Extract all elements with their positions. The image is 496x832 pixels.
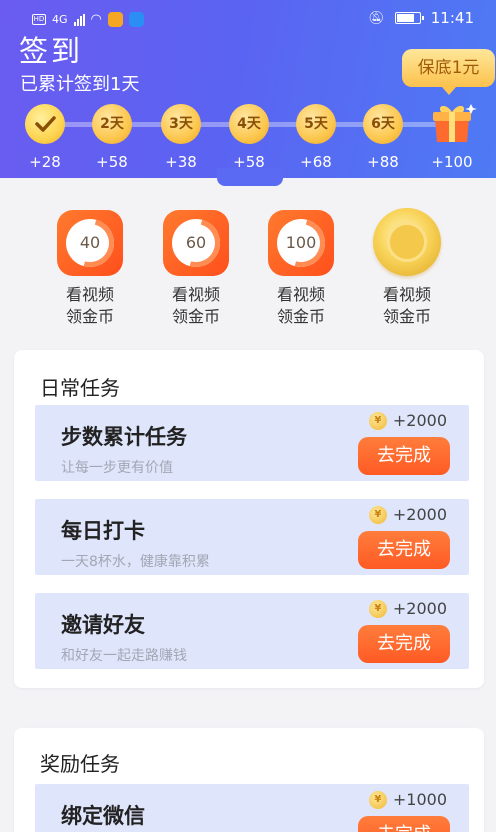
day-2-reward: +58: [96, 153, 128, 171]
task-name: 步数累计任务: [61, 425, 187, 449]
video-reward-60[interactable]: 60 看视频领金币: [151, 204, 241, 328]
wifi-icon: ◠: [90, 12, 102, 27]
video-label-line2: 领金币: [382, 307, 431, 326]
section-title: 奖励任务: [40, 752, 120, 776]
task-reward: ¥ +1000: [368, 790, 447, 809]
gift-box-icon[interactable]: [427, 100, 477, 144]
daily-tasks-card: 日常任务 步数累计任务 让每一步更有价值 ¥ +2000 去完成 每日打卡 一天8…: [14, 350, 484, 688]
video-reward-row: 40 看视频领金币 60 看视频领金币 100 看视频领金币 看视频领金币: [0, 204, 496, 334]
task-daily-checkin[interactable]: 每日打卡 一天8杯水，健康靠积累 ¥ +2000 去完成: [35, 499, 469, 575]
task-desc: 一天8杯水，健康靠积累: [61, 554, 210, 570]
guarantee-badge[interactable]: 保底1元: [402, 49, 495, 95]
clock: 11:41: [430, 9, 474, 27]
coin-icon: ¥: [368, 411, 387, 430]
section-title: 日常任务: [40, 376, 120, 400]
video-label-line2: 领金币: [65, 307, 114, 326]
video-label-line1: 看视频: [276, 285, 325, 304]
video-label-line2: 领金币: [171, 307, 220, 326]
header: HD 4G ◠ 🔕︎ 11:41 签到 已累计签到1天 保底1元 2天 3天 4…: [0, 0, 496, 178]
video-label-line1: 看视频: [382, 285, 431, 304]
countdown-ring-icon: 40: [57, 210, 123, 276]
go-complete-button[interactable]: 去完成: [358, 531, 450, 569]
go-complete-button[interactable]: 去完成: [358, 625, 450, 663]
battery-icon: [394, 12, 424, 24]
task-invite-friends[interactable]: 邀请好友 和好友一起走路赚钱 ¥ +2000 去完成: [35, 593, 469, 669]
day-5[interactable]: 5天: [296, 104, 336, 144]
check-icon: [35, 116, 56, 132]
countdown-ring-icon: 100: [268, 210, 334, 276]
signal-4g-label: 4G: [52, 13, 68, 26]
task-desc: 和好友一起走路赚钱: [61, 648, 187, 664]
day-4[interactable]: 4天: [229, 104, 269, 144]
task-bind-wechat[interactable]: 绑定微信 ¥ +1000 去完成: [35, 784, 469, 832]
gold-coin-icon: [373, 208, 441, 276]
day-1-checked[interactable]: [25, 104, 65, 144]
app-notification-icon-2: [128, 12, 144, 27]
hd-icon: HD: [32, 14, 46, 25]
day-3[interactable]: 3天: [161, 104, 201, 144]
page-title: 签到: [19, 34, 84, 68]
task-name: 每日打卡: [61, 519, 145, 543]
app-notification-icon: [107, 12, 123, 27]
video-label-line1: 看视频: [65, 285, 114, 304]
coin-icon: ¥: [368, 599, 387, 618]
go-complete-button[interactable]: 去完成: [358, 437, 450, 475]
signal-icon: [73, 13, 85, 26]
task-reward: ¥ +2000: [368, 505, 447, 524]
task-name: 绑定微信: [61, 804, 145, 828]
day-3-reward: +38: [165, 153, 197, 171]
day-5-reward: +68: [300, 153, 332, 171]
go-complete-button[interactable]: 去完成: [358, 816, 450, 832]
day-1-reward: +28: [29, 153, 61, 171]
task-reward-value: +2000: [392, 411, 447, 430]
video-reward-40[interactable]: 40 看视频领金币: [45, 204, 135, 328]
video-label-line1: 看视频: [171, 285, 220, 304]
task-steps[interactable]: 步数累计任务 让每一步更有价值 ¥ +2000 去完成: [35, 405, 469, 481]
task-reward: ¥ +2000: [368, 411, 447, 430]
day-6-reward: +88: [367, 153, 399, 171]
video-reward-100[interactable]: 100 看视频领金币: [256, 204, 346, 328]
day-7-reward: +100: [431, 153, 473, 171]
task-reward-value: +2000: [392, 505, 447, 524]
task-desc: 让每一步更有价值: [61, 460, 173, 476]
checkin-count: 已累计签到1天: [20, 74, 140, 95]
task-reward-value: +2000: [392, 599, 447, 618]
header-tab-notch: [217, 168, 283, 186]
task-reward-value: +1000: [392, 790, 447, 809]
reward-tasks-card: 奖励任务 绑定微信 ¥ +1000 去完成: [14, 728, 484, 832]
video-label-line2: 领金币: [276, 307, 325, 326]
task-reward: ¥ +2000: [368, 599, 447, 618]
coin-icon: ¥: [368, 790, 387, 809]
task-name: 邀请好友: [61, 613, 145, 637]
video-reward-coin[interactable]: 看视频 领金币: [362, 204, 452, 328]
day-2[interactable]: 2天: [92, 104, 132, 144]
day-6[interactable]: 6天: [363, 104, 403, 144]
coin-icon: ¥: [368, 505, 387, 524]
mute-icon: 🔕︎: [368, 10, 385, 26]
countdown-ring-icon: 60: [163, 210, 229, 276]
